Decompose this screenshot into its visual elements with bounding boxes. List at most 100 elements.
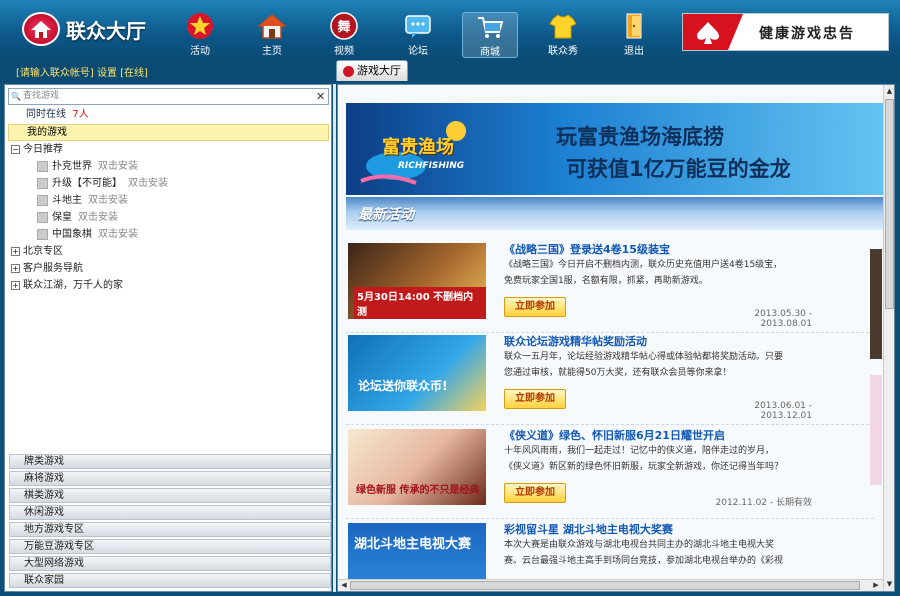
join-button[interactable]: 立即参加 — [504, 483, 566, 503]
thumbnail-caption: 5月30日14:00 不删档内测 — [354, 287, 486, 319]
activity-desc: 《战略三国》今日开启不删档内测，联众历史充值用户送4卷15级宝，免费玩家全国1服… — [504, 260, 783, 286]
section-header: 最新活动 — [346, 197, 884, 230]
game-tree-panel: 查找游戏 🔍 ✕ 同时在线 7人 我的游戏 − 今日推荐 扑克世界 双击安装 升级【… — [4, 84, 332, 592]
activity-date: 2012.11.02 - 长期有效 — [715, 498, 813, 508]
scroll-up-icon[interactable]: ▲ — [885, 86, 894, 97]
side-ad-strip[interactable] — [870, 375, 882, 485]
spade-icon — [697, 22, 719, 44]
game-icon — [37, 211, 48, 223]
activity-title[interactable]: 《侠义道》绿色、怀旧新服6月21日耀世开启 — [504, 427, 725, 443]
nav-mall[interactable]: 商城 — [462, 12, 518, 58]
nav-activity[interactable]: 活动 — [172, 12, 228, 58]
top-toolbar: 联众大厅 活动 主页 舞 视频 论坛 商城 联众秀 退出 健康游戏忠告 — [0, 0, 900, 62]
chat-icon — [405, 15, 431, 38]
game-search-input[interactable]: 查找游戏 — [8, 88, 329, 105]
nav-video[interactable]: 舞 视频 — [316, 12, 372, 58]
side-ad-strip[interactable] — [870, 249, 882, 359]
vertical-scrollbar[interactable]: ▲ ▼ — [883, 85, 894, 591]
tree-today-recommend[interactable]: − 今日推荐 — [11, 142, 63, 158]
clear-search-icon[interactable]: ✕ — [316, 90, 325, 103]
banner-line-2: 可获值1亿万能豆的金龙 — [566, 157, 791, 181]
health-advice-text: 健康游戏忠告 — [759, 26, 855, 42]
category-bar[interactable]: 麻将游戏 — [9, 471, 331, 486]
my-games-item[interactable]: 我的游戏 — [8, 124, 329, 141]
scroll-left-icon[interactable]: ◀ — [339, 580, 349, 591]
category-bar[interactable]: 休闲游戏 — [9, 505, 331, 520]
nav-forum[interactable]: 论坛 — [390, 12, 446, 58]
tree-group[interactable]: + 联众江湖，万千人的家 — [11, 278, 123, 294]
install-hint: 双击安装 — [98, 161, 138, 172]
nav-exit[interactable]: 退出 — [606, 12, 662, 58]
tab-label: 游戏大厅 — [357, 64, 401, 77]
scroll-down-icon[interactable]: ▼ — [885, 579, 894, 590]
expand-icon[interactable]: + — [11, 280, 20, 290]
activity-thumbnail[interactable]: 论坛送你联众币! — [348, 335, 486, 411]
tree-label: 联众江湖，万千人的家 — [23, 280, 123, 291]
activity-item: 5月30日14:00 不删档内测 《战略三国》登录送4卷15级装宝 《战略三国》… — [346, 241, 874, 333]
nav-label: 退出 — [624, 46, 644, 57]
nav-label: 主页 — [262, 46, 282, 57]
health-advice-banner[interactable]: 健康游戏忠告 — [682, 13, 889, 51]
category-bar[interactable]: 牌类游戏 — [9, 454, 331, 469]
recommend-item[interactable]: 升级【不可能】 双击安装 — [37, 176, 168, 192]
nav-label: 活动 — [190, 46, 210, 57]
fishing-promo-banner[interactable]: 富贵渔场 RICHFISHING 玩富贵渔场海底捞 可获值1亿万能豆的金龙 — [346, 103, 884, 195]
category-bar[interactable]: 棋类游戏 — [9, 488, 331, 503]
install-hint: 双击安装 — [88, 195, 128, 206]
tab-game-lobby[interactable]: 游戏大厅 — [336, 60, 408, 81]
category-bar[interactable]: 大型网络游戏 — [9, 556, 331, 571]
game-icon — [37, 194, 48, 206]
account-bar: [请输入联众帐号] 设置 [在线] — [0, 62, 900, 82]
category-bar[interactable]: 联众家园 — [9, 573, 331, 588]
expand-icon[interactable]: + — [11, 246, 20, 256]
banner-brand-sub: RICHFISHING — [398, 161, 465, 171]
game-name: 保皇 — [52, 212, 72, 223]
activity-desc: 十年风风雨雨，我们一起走过！记忆中的侠义道，陪伴走过的岁月，《侠义道》新区新的绿… — [504, 446, 784, 472]
horizontal-scrollbar[interactable]: ◀ ▶ — [338, 579, 883, 591]
tree-group[interactable]: + 客户服务导航 — [11, 261, 83, 277]
category-bar[interactable]: 地方游戏专区 — [9, 522, 331, 537]
content-panel: 富贵渔场 RICHFISHING 玩富贵渔场海底捞 可获值1亿万能豆的金龙 最新… — [337, 84, 895, 592]
online-number: 7人 — [72, 109, 89, 120]
panel-splitter[interactable] — [333, 84, 336, 592]
app-logo[interactable]: 联众大厅 — [22, 12, 146, 46]
game-icon — [37, 177, 48, 189]
cart-icon — [478, 17, 504, 38]
scroll-thumb[interactable] — [885, 99, 894, 309]
install-hint: 双击安装 — [98, 229, 138, 240]
activity-date: 2013.05.30 - 2013.08.01 — [754, 309, 812, 329]
account-status-link[interactable]: [请输入联众帐号] 设置 [在线] — [16, 64, 148, 79]
activity-title[interactable]: 《战略三国》登录送4卷15级装宝 — [504, 241, 670, 257]
recommend-item[interactable]: 中国象棋 双击安装 — [37, 227, 138, 243]
activity-item: 论坛送你联众币! 联众论坛游戏精华帖奖励活动 联众一五月年，论坛经验游戏精华帖心… — [346, 333, 874, 425]
recommend-item[interactable]: 保皇 双击安装 — [37, 210, 118, 226]
logo-home-icon — [22, 12, 60, 46]
game-name: 斗地主 — [52, 195, 82, 206]
join-button[interactable]: 立即参加 — [504, 297, 566, 317]
game-name: 升级【不可能】 — [52, 178, 122, 189]
door-icon — [626, 13, 642, 39]
tree-label: 今日推荐 — [23, 144, 63, 155]
collapse-icon[interactable]: − — [11, 144, 20, 154]
activity-title[interactable]: 联众论坛游戏精华帖奖励活动 — [504, 333, 647, 349]
tree-group[interactable]: + 北京专区 — [11, 244, 63, 260]
activity-title[interactable]: 彩视留斗星 湖北斗地主电视大奖赛 — [504, 521, 673, 537]
nav-label: 商城 — [480, 47, 500, 58]
recommend-item[interactable]: 扑克世界 双击安装 — [37, 159, 138, 175]
recommend-item[interactable]: 斗地主 双击安装 — [37, 193, 128, 209]
activity-thumbnail[interactable]: 5月30日14:00 不删档内测 — [348, 243, 486, 319]
activity-date: 2013.06.01 - 2013.12.01 — [754, 401, 812, 421]
home-icon — [258, 14, 286, 39]
activity-thumbnail[interactable]: 绿色新服 传承的不只是经典 — [348, 429, 486, 505]
category-bar[interactable]: 万能豆游戏专区 — [9, 539, 331, 554]
join-button[interactable]: 立即参加 — [504, 389, 566, 409]
scroll-thumb[interactable] — [350, 581, 860, 590]
scroll-right-icon[interactable]: ▶ — [871, 580, 881, 591]
nav-show[interactable]: 联众秀 — [535, 12, 591, 58]
game-icon — [37, 228, 48, 240]
nav-home[interactable]: 主页 — [244, 12, 300, 58]
install-hint: 双击安装 — [78, 212, 118, 223]
nav-label: 论坛 — [408, 46, 428, 57]
expand-icon[interactable]: + — [11, 263, 20, 273]
tree-label: 客户服务导航 — [23, 263, 83, 274]
